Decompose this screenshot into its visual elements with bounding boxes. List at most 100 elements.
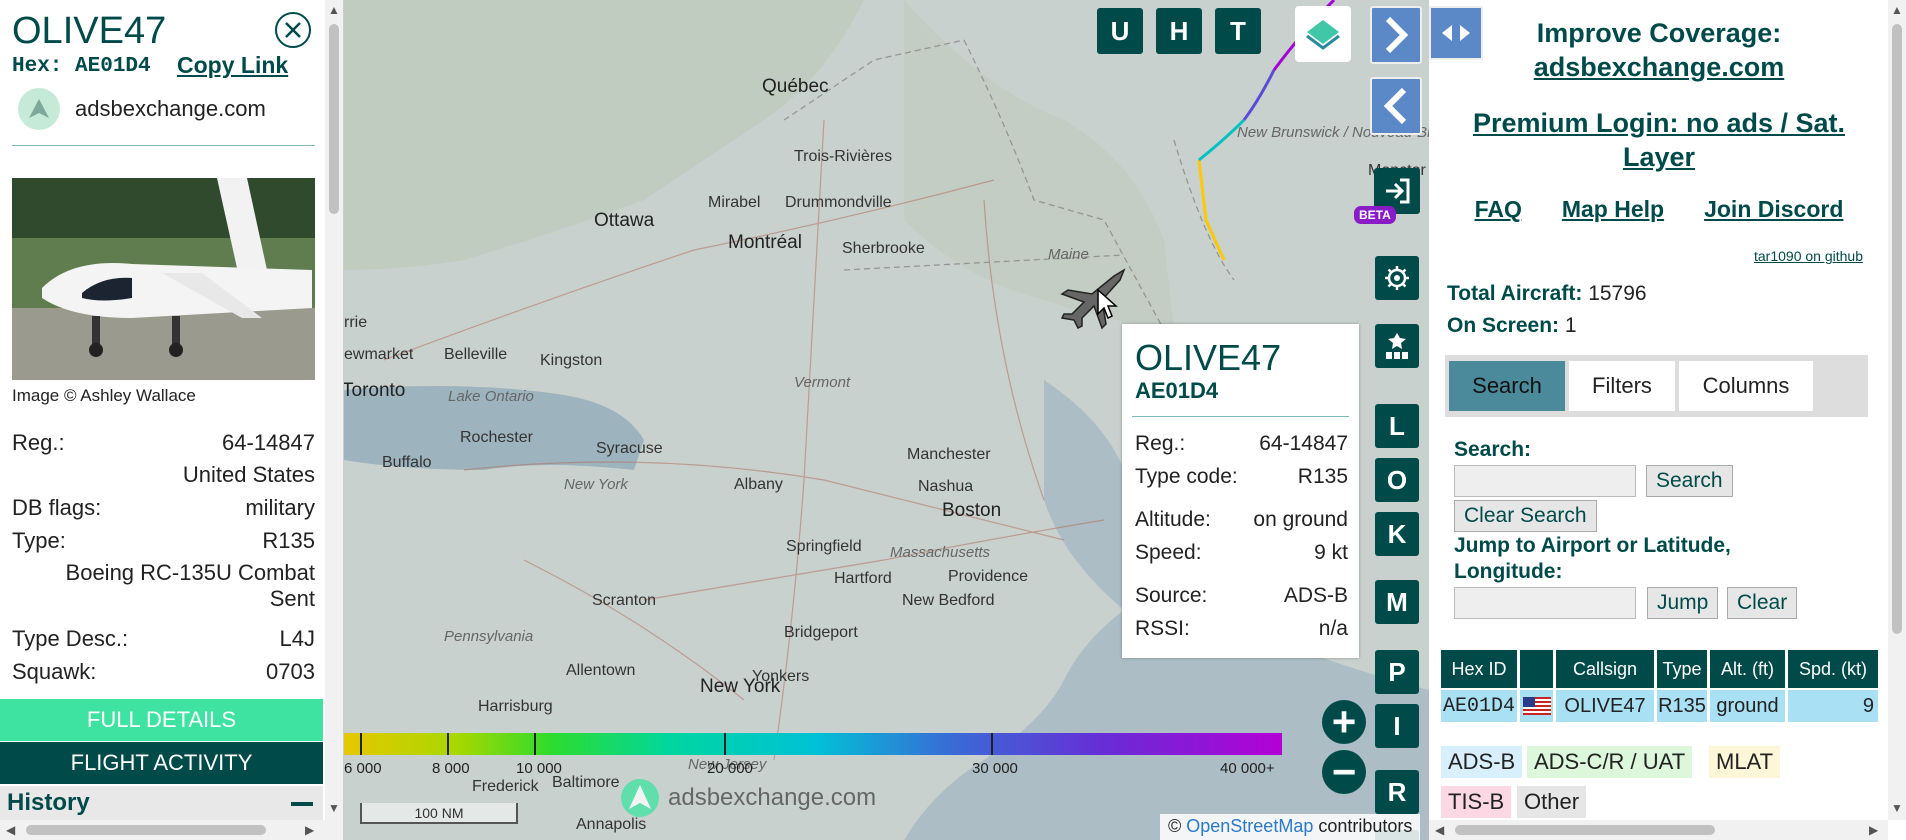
column-header-flag[interactable]: [1520, 650, 1553, 688]
column-header-hex-id[interactable]: Hex ID: [1441, 650, 1517, 688]
source-site[interactable]: adsbexchange.com: [18, 88, 266, 130]
legend-label: 8 000: [432, 760, 470, 777]
map-button-r[interactable]: R: [1375, 770, 1419, 814]
column-header-altitude[interactable]: Alt. (ft): [1710, 650, 1785, 688]
detail-label: Squawk:: [12, 659, 97, 684]
flight-activity-button[interactable]: FLIGHT ACTIVITY: [0, 742, 323, 784]
map-button-k[interactable]: K: [1375, 512, 1419, 556]
clear-search-button[interactable]: Clear Search: [1454, 500, 1597, 532]
map-label: Albany: [734, 476, 783, 493]
map-view[interactable]: Québec Trois-Rivières Mirabel Drummondvi…: [344, 0, 1429, 840]
map-help-link[interactable]: Map Help: [1562, 196, 1664, 223]
scroll-down-icon[interactable]: ▼: [1891, 802, 1903, 814]
scroll-thumb[interactable]: [1455, 825, 1715, 835]
popup-label: Speed:: [1135, 541, 1202, 564]
map-label: New York: [564, 476, 628, 493]
join-discord-link[interactable]: Join Discord: [1704, 196, 1843, 223]
aircraft-popup[interactable]: OLIVE47 AE01D4 Reg.: 64-14847 Type code:…: [1122, 324, 1359, 658]
copy-link[interactable]: Copy Link: [177, 52, 288, 79]
legend-tick: [991, 733, 993, 755]
layers-button[interactable]: [1295, 6, 1351, 62]
popup-label: Altitude:: [1135, 508, 1211, 531]
clear-button[interactable]: Clear: [1727, 587, 1798, 619]
scroll-thumb[interactable]: [1892, 24, 1902, 634]
scroll-up-icon[interactable]: ▲: [1891, 4, 1903, 16]
source-chip-other: Other: [1517, 786, 1587, 818]
table-row-type[interactable]: R135: [1657, 690, 1707, 722]
collapse-left-button[interactable]: [1370, 77, 1422, 135]
table-row-hex[interactable]: AE01D4: [1441, 690, 1517, 722]
improve-coverage-link[interactable]: adsbexchange.com: [1429, 52, 1889, 83]
legend-tick: [534, 733, 536, 755]
collapse-icon[interactable]: [291, 802, 313, 806]
jump-button[interactable]: Jump: [1647, 587, 1719, 619]
scroll-left-icon[interactable]: ◀: [6, 824, 15, 836]
search-input[interactable]: [1454, 465, 1636, 497]
source-chip-mlat: MLAT: [1709, 746, 1781, 778]
premium-login-link[interactable]: Premium Login: no ads / Sat.: [1429, 108, 1889, 139]
map-button-t[interactable]: T: [1215, 8, 1261, 54]
left-horizontal-scrollbar[interactable]: ◀ ▶: [0, 820, 343, 840]
map-button-h[interactable]: H: [1156, 8, 1202, 54]
left-vertical-scrollbar[interactable]: ▲ ▼: [325, 0, 343, 820]
aircraft-info-panel: OLIVE47 Hex: AE01D4 Copy Link adsbexchan…: [0, 0, 344, 840]
faq-link[interactable]: FAQ: [1475, 196, 1522, 223]
history-section-header[interactable]: History: [0, 786, 323, 820]
map-button-u[interactable]: U: [1097, 8, 1143, 54]
legend-label: 6 000: [344, 760, 382, 777]
openstreetmap-link[interactable]: OpenStreetMap: [1186, 816, 1313, 836]
table-row-callsign[interactable]: OLIVE47: [1556, 690, 1654, 722]
premium-login-link-cont[interactable]: Layer: [1429, 142, 1889, 173]
stats-button[interactable]: [1375, 324, 1419, 368]
scroll-thumb[interactable]: [26, 825, 266, 835]
tab-columns[interactable]: Columns: [1679, 361, 1813, 411]
map-label: Belleville: [444, 346, 508, 363]
right-horizontal-scrollbar[interactable]: ◀ ▶: [1429, 820, 1888, 840]
scroll-up-icon[interactable]: ▲: [328, 4, 340, 16]
map-button-p[interactable]: P: [1375, 650, 1419, 694]
popup-label: Source:: [1135, 584, 1208, 607]
zoom-in-button[interactable]: +: [1322, 700, 1366, 744]
scroll-left-icon[interactable]: ◀: [1435, 824, 1444, 836]
map-label: Trois-Rivières: [794, 148, 893, 165]
zoom-out-button[interactable]: −: [1322, 750, 1366, 794]
tab-bar: Search Filters Columns: [1445, 355, 1868, 417]
table-row-altitude[interactable]: ground: [1710, 690, 1785, 722]
github-link[interactable]: tar1090 on github: [1754, 248, 1863, 264]
on-screen-label: On Screen:: [1447, 314, 1560, 337]
column-header-callsign[interactable]: Callsign: [1556, 650, 1654, 688]
map-button-m[interactable]: M: [1375, 580, 1419, 624]
scroll-down-icon[interactable]: ▼: [328, 802, 340, 814]
map-label: Baltimore: [552, 774, 620, 791]
settings-button[interactable]: [1375, 256, 1419, 300]
map-button-i[interactable]: I: [1375, 704, 1419, 748]
tab-search[interactable]: Search: [1449, 361, 1565, 411]
scroll-thumb[interactable]: [329, 24, 339, 214]
expand-right-button[interactable]: [1370, 6, 1422, 64]
chevron-left-icon: [1383, 87, 1407, 125]
map-watermark: adsbexchange.com: [620, 778, 876, 818]
jump-input[interactable]: [1454, 587, 1636, 619]
column-header-speed[interactable]: Spd. (kt): [1788, 650, 1878, 688]
table-row-speed[interactable]: 9: [1788, 690, 1878, 722]
column-header-type[interactable]: Type: [1657, 650, 1707, 688]
chart-icon: [1386, 333, 1408, 359]
right-vertical-scrollbar[interactable]: ▲ ▼: [1888, 0, 1906, 820]
total-aircraft: Total Aircraft: 15796: [1447, 282, 1647, 306]
map-button-l[interactable]: L: [1375, 404, 1419, 448]
search-button[interactable]: Search: [1646, 465, 1733, 497]
scroll-right-icon[interactable]: ▶: [305, 824, 314, 836]
detail-value: 64-14847: [222, 430, 315, 455]
divider: [1132, 416, 1349, 417]
aircraft-photo: [12, 178, 315, 380]
map-label: Rochester: [460, 429, 533, 446]
tab-filters[interactable]: Filters: [1569, 361, 1675, 411]
scroll-right-icon[interactable]: ▶: [1869, 824, 1878, 836]
close-icon[interactable]: [275, 12, 311, 48]
detail-value: United States: [182, 462, 315, 487]
detail-squawk: Squawk: 0703: [12, 659, 315, 685]
altitude-color-legend: [344, 733, 1282, 755]
full-details-button[interactable]: FULL DETAILS: [0, 699, 323, 741]
map-button-o[interactable]: O: [1375, 458, 1419, 502]
popup-row-altitude: Altitude: on ground: [1135, 508, 1348, 532]
